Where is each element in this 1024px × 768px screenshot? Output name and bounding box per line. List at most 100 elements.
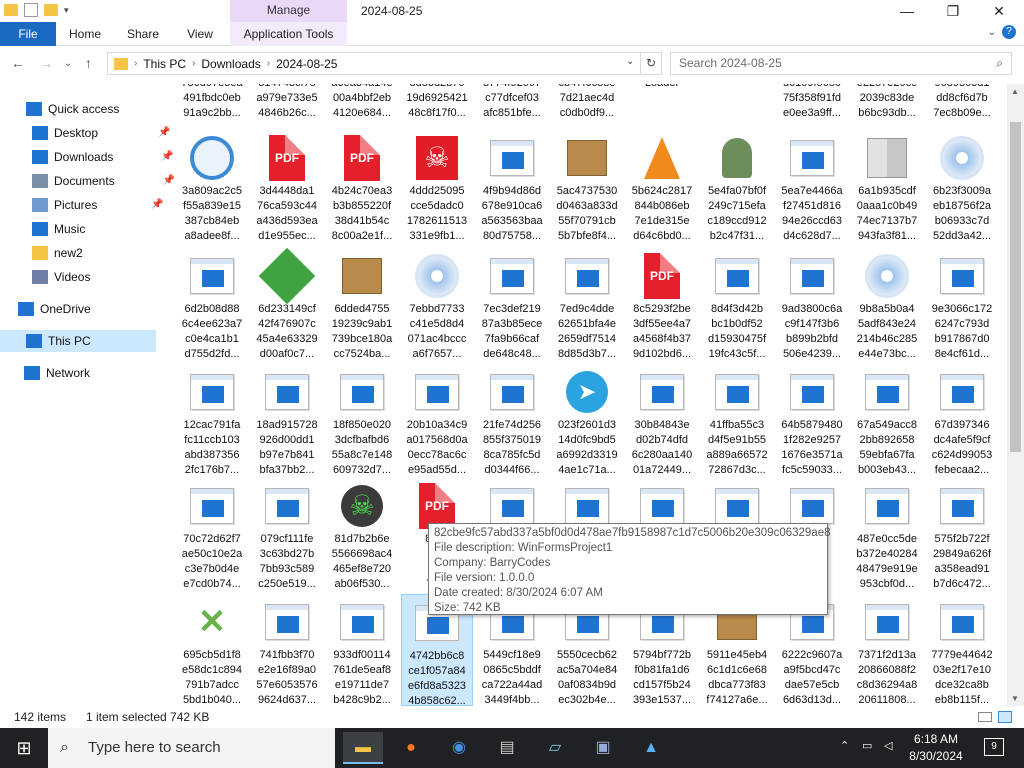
nav-item-network[interactable]: Network bbox=[24, 362, 90, 384]
file-explorer-taskbar-icon[interactable]: ▬ bbox=[343, 732, 383, 764]
file-item[interactable]: ➤ 023f2601d3 14d0fc9bd5 a6992d3319 4ae1c7… bbox=[551, 364, 623, 476]
file-item[interactable]: ✕ 695cb5d1f8 e58dc1c894 791b7adcc 5bd1b04… bbox=[176, 594, 248, 706]
file-item[interactable]: 6a1b935cdf 0aaa1c0b49 74ec7137b7 943fa3f… bbox=[851, 130, 923, 242]
nav-item-pictures[interactable]: Pictures 📌 bbox=[32, 194, 164, 216]
file-item[interactable]: 12cac791fa fc11ccb103 abd387356 2fc176b7… bbox=[176, 364, 248, 476]
network-tray-icon[interactable]: ▭ bbox=[862, 739, 872, 752]
nav-item-desktop[interactable]: Desktop 📌 bbox=[32, 122, 170, 144]
nav-item-this-pc[interactable]: This PC bbox=[0, 330, 156, 352]
file-item[interactable]: 9689368d1 dd8cf6d7b 7ec8b09e... bbox=[926, 84, 998, 130]
customize-toolbar-icon[interactable]: ▾ bbox=[64, 5, 69, 16]
file-item[interactable]: 6d233149cf 42f476907c 45a4e63329 d00af0c… bbox=[251, 247, 323, 360]
help-icon[interactable]: ? bbox=[1002, 25, 1016, 39]
file-item[interactable]: 736d97e8ea 491fbdc0eb 91a9c2bb... bbox=[176, 84, 248, 130]
file-item[interactable]: 5b624c2817 844b086eb 7e1de315e d64c6bd0.… bbox=[626, 130, 698, 242]
file-item[interactable]: 7ed9c4dde 62651bfa4e 2659df7514 8d85d3b7… bbox=[551, 248, 623, 360]
nav-item-onedrive[interactable]: OneDrive bbox=[18, 298, 91, 320]
chevron-right-icon[interactable]: › bbox=[267, 58, 270, 69]
file-item[interactable]: 9b8a5b0a4 5adf843e24 214b46c285 e44e73bc… bbox=[851, 248, 923, 360]
network-tool-taskbar-icon[interactable]: ▣ bbox=[583, 732, 623, 764]
nav-item-downloads[interactable]: Downloads 📌 bbox=[32, 146, 174, 168]
file-item[interactable]: 18ad915728 926d00dd1 b97e7b841 bfa37bb2.… bbox=[251, 364, 323, 476]
file-item[interactable]: 67d397346 dc4afe5f9cf c624d99053 febecaa… bbox=[926, 364, 998, 476]
address-dropdown-icon[interactable]: ⌄ bbox=[626, 56, 634, 67]
file-item[interactable]: ☠ 4ddd25095 cce5dadc0 1782611513 331e9fb1… bbox=[401, 130, 473, 242]
tab-share[interactable]: Share bbox=[120, 22, 166, 46]
file-item[interactable]: 70c72d62f7 ae50c10e2a c3e7b0d4e e7cd0b74… bbox=[176, 478, 248, 590]
file-item[interactable]: 20b10a34c9 a017568d0a 0ecc78ac6c e95ad55… bbox=[401, 364, 473, 476]
file-item[interactable]: 64b5879480 1f282e9257 1676e3571a fc5c590… bbox=[776, 364, 848, 476]
breadcrumb-current[interactable]: 2024-08-25 bbox=[276, 57, 337, 71]
taskbar-search-input[interactable]: ⌕ Type here to search bbox=[48, 728, 335, 768]
file-item[interactable]: 5ac4737530 d0463a833d 55f70791cb 5b7bfe8… bbox=[551, 130, 623, 242]
file-item[interactable]: 4f9b94d86d 678e910ca6 a563563baa 80d7575… bbox=[476, 130, 548, 242]
file-item[interactable]: PDF 3d4448da1 76ca593c44 a436d593ea d1e95… bbox=[251, 130, 323, 242]
file-item[interactable]: 5e4fa07bf0f 249c715efa c189ccd912 b2c47f… bbox=[701, 130, 773, 242]
chevron-right-icon[interactable]: › bbox=[192, 58, 195, 69]
firefox-taskbar-icon[interactable]: ● bbox=[391, 732, 431, 764]
file-item[interactable]: 814743cf75 a979e733e5 4846b26c... bbox=[251, 84, 323, 130]
scroll-up-icon[interactable]: ▲ bbox=[1011, 87, 1019, 96]
scrollbar-thumb[interactable] bbox=[1010, 122, 1021, 452]
details-view-icon[interactable] bbox=[978, 712, 992, 722]
file-item[interactable]: 079cf111fe 3c63bd27b 7bb93c589 c250e519.… bbox=[251, 478, 323, 590]
file-item[interactable]: 6d2b08d88 6c4ee623a7 c0e4ca1b1 d755d2fd.… bbox=[176, 248, 248, 360]
breadcrumb-downloads[interactable]: Downloads bbox=[201, 57, 260, 71]
minimize-button[interactable]: — bbox=[884, 0, 930, 22]
tab-view[interactable]: View bbox=[178, 22, 222, 46]
file-item[interactable]: 21fe74d256 855f375019 8ca785fc5d d0344f6… bbox=[476, 364, 548, 476]
expand-ribbon-icon[interactable]: ⌄ bbox=[988, 27, 996, 38]
windows-start-icon[interactable]: ⊞ bbox=[0, 728, 48, 768]
file-item[interactable]: 7ec3def219 87a3b85ece 7fa9b66caf de648c4… bbox=[476, 248, 548, 360]
new-folder-icon[interactable] bbox=[44, 4, 58, 16]
tab-file[interactable]: File bbox=[0, 22, 56, 46]
nav-item-new2[interactable]: new2 bbox=[32, 242, 83, 264]
file-item[interactable]: 933df00114 761de5eaf8 e19711de7 b428c9b2… bbox=[326, 594, 398, 706]
back-arrow-icon[interactable]: ← bbox=[11, 55, 25, 71]
file-item[interactable]: e2257e20ce 2039c83de b6bc93db... bbox=[851, 84, 923, 130]
file-item[interactable]: 487e0cc5de b372e40284 48479e919e 953cbf0… bbox=[851, 478, 923, 590]
file-item[interactable]: 67a549acc8 2bb892658 59ebfa67fa b003eb43… bbox=[851, 364, 923, 476]
maximize-button[interactable]: ❐ bbox=[930, 0, 976, 22]
file-item[interactable]: 9ad3800c6a c9f147f3b6 b899b2bfd 506e4239… bbox=[776, 248, 848, 360]
notifications-button[interactable]: 9 bbox=[984, 738, 1004, 756]
file-item[interactable]: 6dded4755 19239c9ab1 739bce180a cc7524ba… bbox=[326, 248, 398, 360]
notepad-taskbar-icon[interactable]: ▱ bbox=[535, 732, 575, 764]
nav-item-documents[interactable]: Documents 📌 bbox=[32, 170, 175, 192]
file-item[interactable]: PDF 8c5293f2be 3df55ee4a7 a4568f4b37 9d10… bbox=[626, 248, 698, 360]
file-item[interactable]: ☠ 81d7b2b6e 5566698ac4 465ef8e720 ab06f53… bbox=[326, 478, 398, 590]
file-item[interactable]: 5ea7e4466a f27451d816 94e26ccd63 d4c628d… bbox=[776, 130, 848, 242]
recent-locations-icon[interactable]: ⌄ bbox=[64, 58, 72, 69]
chevron-right-icon[interactable]: › bbox=[134, 58, 137, 69]
file-item[interactable]: PDF 4b24c70ea3 b3b855220f 38d41b54c 8c00a… bbox=[326, 130, 398, 242]
file-item[interactable]: 7ebbd7733 c41e5d8d4 071ac4bccc a6f7657..… bbox=[401, 248, 473, 360]
large-icons-view-icon[interactable] bbox=[998, 711, 1012, 723]
address-bar[interactable]: › This PC › Downloads › 2024-08-25 bbox=[107, 52, 641, 75]
file-item[interactable]: 3a809ac2c5 f55a839e15 387cb84eb a8adee8f… bbox=[176, 130, 248, 242]
file-item[interactable]: a6ea34a14e 00a4bbf2eb 4120e684... bbox=[326, 84, 398, 130]
file-item[interactable]: 8d4f3d42b bc1b0df52 d15930475f 19fc43c5f… bbox=[701, 248, 773, 360]
vertical-scrollbar[interactable]: ▲ ▼ bbox=[1007, 84, 1024, 706]
file-item[interactable]: 30b84843e d02b74dfd 6c280aa140 01a72449.… bbox=[626, 364, 698, 476]
file-item[interactable] bbox=[701, 84, 773, 130]
file-item[interactable]: 6b23f3009a eb18756f2a b06933c7d 52dd3a42… bbox=[926, 130, 998, 242]
file-item[interactable]: 8d83d2b70 19d6925421 48c8f17f0... bbox=[401, 84, 473, 130]
forward-arrow-icon[interactable]: → bbox=[39, 55, 53, 71]
file-item[interactable]: 8774f92097 c77dfcef03 afc851bfe... bbox=[476, 84, 548, 130]
file-item[interactable]: 7779e44642 03e2f17e10 dce32ca8b eb8b115f… bbox=[926, 594, 998, 706]
file-item[interactable]: 7371f2d13a 20866088f2 c8d36294a8 2061180… bbox=[851, 594, 923, 706]
nav-item-music[interactable]: Music bbox=[32, 218, 85, 240]
file-item[interactable]: d6109f5650 75f358f91fd e0ee3a9ff... bbox=[776, 84, 848, 130]
file-item[interactable]: 9e3066c172 6247c793d b917867d0 8e4cf61d.… bbox=[926, 248, 998, 360]
search-input[interactable]: Search 2024-08-25 ⌕ bbox=[670, 52, 1012, 75]
nav-item-videos[interactable]: Videos bbox=[32, 266, 90, 288]
file-item[interactable]: Loader bbox=[626, 84, 698, 130]
image-app-taskbar-icon[interactable]: ▲ bbox=[631, 732, 671, 764]
tab-application-tools[interactable]: Application Tools bbox=[230, 22, 347, 46]
file-item[interactable]: 41ffba55c3 d4f5e91b55 a889a66572 72867d3… bbox=[701, 364, 773, 476]
chrome-taskbar-icon[interactable]: ◉ bbox=[439, 732, 479, 764]
manage-context-header[interactable]: Manage bbox=[230, 0, 347, 22]
tab-home[interactable]: Home bbox=[62, 22, 108, 46]
app-taskbar-icon[interactable]: ▤ bbox=[487, 732, 527, 764]
file-item[interactable]: 18f850e020 3dcfbafbd6 55a8c7e148 609732d… bbox=[326, 364, 398, 476]
